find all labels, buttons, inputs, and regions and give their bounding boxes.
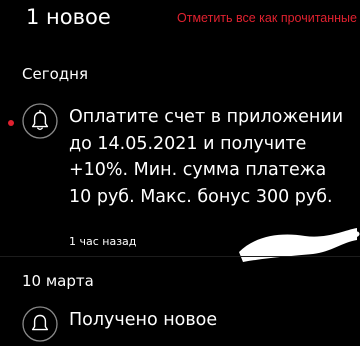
bell-icon [22,306,58,342]
notification-time: 1 час назад [69,235,137,248]
mark-all-read-link[interactable]: Отметить все как прочитанные [177,10,357,26]
notification-text: Получено новое [69,310,218,330]
notification-item[interactable]: Получено новое [0,302,360,342]
bell-icon [22,103,58,139]
section-title-today: Сегодня [22,65,88,83]
notification-text: Оплатите счет в приложении до 14.05.2021… [69,107,344,207]
divider [0,256,360,257]
header: 1 новое Отметить все как прочитанные [0,0,360,42]
notification-item[interactable]: Оплатите счет в приложении до 14.05.2021… [0,100,360,250]
unread-indicator [8,120,14,126]
page-title: 1 новое [26,5,111,29]
section-title-march: 10 марта [22,272,94,290]
